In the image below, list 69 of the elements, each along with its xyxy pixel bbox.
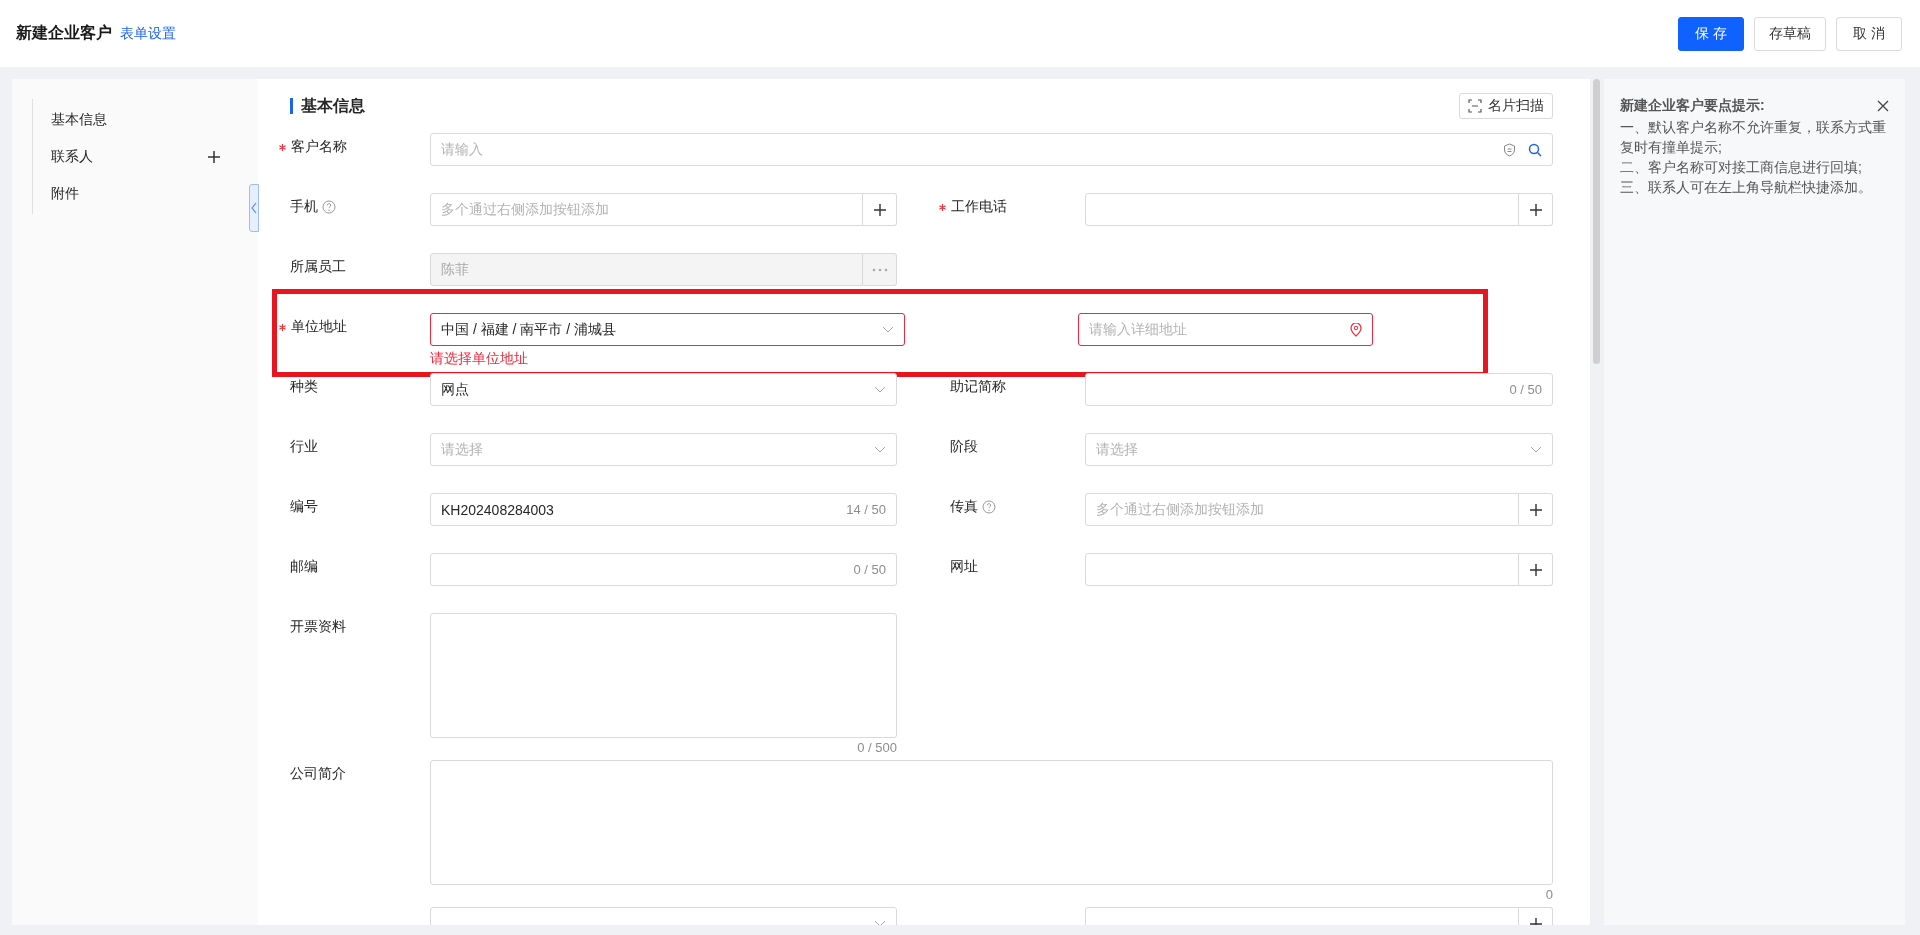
nav-item[interactable]: 基本信息	[51, 110, 107, 129]
add-icon[interactable]	[207, 149, 221, 164]
chevron-down-icon	[1530, 446, 1542, 453]
field-label: 所属员工	[290, 258, 346, 276]
page-title: 新建企业客户	[16, 23, 112, 43]
plus-icon	[1528, 562, 1543, 577]
input-field[interactable]: 0 / 50	[430, 553, 897, 586]
field-label: 公司简介	[290, 765, 346, 783]
field-label: 单位地址	[291, 318, 347, 336]
plus-icon	[872, 202, 887, 217]
char-counter: 14 / 50	[846, 502, 886, 517]
field-label: 种类	[290, 378, 318, 396]
location-pin-icon[interactable]	[1350, 322, 1362, 337]
chevron-down-icon	[874, 386, 886, 393]
textarea-field[interactable]	[430, 760, 1553, 885]
tip-text: 一、默认客户名称不允许重复，联系方式重复时有撞单提示;	[1620, 118, 1887, 157]
chevron-left-icon	[251, 202, 257, 214]
field-label: 助记简称	[950, 378, 1006, 396]
field-label: 编号	[290, 498, 318, 516]
add-button[interactable]	[863, 193, 897, 226]
help-icon[interactable]	[322, 200, 336, 214]
more-icon	[871, 267, 888, 272]
form-settings-link[interactable]: 表单设置	[120, 25, 176, 43]
select-field[interactable]: 网点	[430, 373, 897, 406]
add-button[interactable]	[1519, 553, 1553, 586]
chevron-down-icon	[882, 326, 894, 333]
search-icon[interactable]	[1528, 142, 1542, 157]
select-field[interactable]: 中国 / 福建 / 南平市 / 浦城县	[430, 313, 905, 346]
plus-icon	[1528, 502, 1543, 517]
input-field[interactable]: KH202408284003 14 / 50	[430, 493, 897, 526]
input-field[interactable]	[1085, 193, 1519, 226]
input-field[interactable]	[1085, 553, 1519, 586]
tip-text: 三、联系人可在左上角导航栏快捷添加。	[1620, 178, 1873, 197]
help-icon[interactable]	[982, 500, 996, 514]
card-scan-button[interactable]: 名片扫描	[1459, 93, 1553, 119]
shield-icon[interactable]	[1503, 142, 1516, 157]
tip-text: 二、客户名称可对接工商信息进行回填;	[1620, 158, 1863, 177]
plus-icon	[1528, 202, 1543, 217]
section-title: 基本信息	[290, 98, 365, 114]
close-icon[interactable]	[1877, 100, 1889, 112]
header-button[interactable]: 保 存	[1678, 16, 1744, 51]
field-label: 手机	[290, 198, 318, 216]
nav-item[interactable]: 附件	[51, 184, 79, 203]
chevron-down-icon	[874, 446, 886, 453]
field-label: 行业	[290, 438, 318, 456]
field-label: 网址	[950, 558, 978, 576]
add-button[interactable]	[1519, 193, 1553, 226]
textarea-field[interactable]	[430, 613, 897, 738]
char-counter: 0	[1545, 887, 1553, 903]
field-label: 阶段	[950, 438, 978, 456]
collapse-handle[interactable]	[249, 184, 259, 232]
scan-icon	[1468, 99, 1482, 113]
char-counter: 0 / 50	[853, 562, 886, 577]
field-label: 邮编	[290, 558, 318, 576]
add-button[interactable]	[1519, 493, 1553, 526]
chevron-down-icon	[874, 920, 886, 925]
field-label: 工作电话	[951, 198, 1007, 216]
input-field[interactable]: 0 / 50	[1085, 373, 1553, 406]
scrollbar[interactable]	[1593, 79, 1600, 364]
tips-title: 新建企业客户要点提示:	[1620, 97, 1765, 115]
header-button[interactable]: 取 消	[1836, 16, 1902, 51]
nav-item[interactable]: 联系人	[51, 147, 93, 166]
field-label: 开票资料	[290, 618, 346, 636]
field-label: 传真	[950, 498, 978, 516]
header-button[interactable]: 存草稿	[1754, 16, 1826, 51]
field-label: 客户名称	[291, 138, 347, 156]
char-counter: 0 / 50	[1509, 382, 1542, 397]
char-counter: 0 / 500	[857, 740, 897, 756]
error-message: 请选择单位地址	[430, 349, 529, 367]
